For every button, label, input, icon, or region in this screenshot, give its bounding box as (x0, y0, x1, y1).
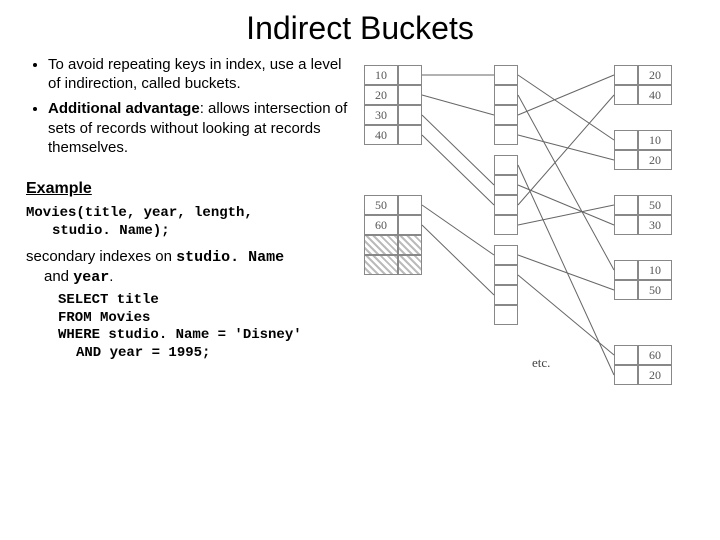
bullet-item: Additional advantage: allows intersectio… (48, 99, 356, 157)
record-ptr (614, 280, 638, 300)
record-ptr (614, 215, 638, 235)
index-empty (398, 255, 422, 275)
bucket-slot (494, 85, 518, 105)
record-val: 20 (638, 150, 672, 170)
col-name: studio. Name (176, 249, 284, 266)
diagram: 10 20 30 40 50 60 etc. 20 40 10 20 50 30… (364, 55, 694, 475)
sql-line: WHERE studio. Name = 'Disney' (58, 327, 356, 345)
record-ptr (614, 260, 638, 280)
record-ptr (614, 195, 638, 215)
index-key: 60 (364, 215, 398, 235)
schema-code: Movies(title, year, length, studio. Name… (26, 205, 356, 241)
record-val: 20 (638, 65, 672, 85)
index-ptr (398, 215, 422, 235)
index-key: 40 (364, 125, 398, 145)
bucket-slot (494, 155, 518, 175)
record-val: 10 (638, 260, 672, 280)
index-empty (364, 255, 398, 275)
sql-line: FROM Movies (58, 310, 356, 328)
bullet-text: To avoid repeating keys in index, use a … (48, 56, 342, 92)
index-key: 10 (364, 65, 398, 85)
text: and (26, 268, 73, 285)
record-ptr (614, 150, 638, 170)
bucket-slot (494, 125, 518, 145)
text: . (109, 268, 113, 285)
index-ptr (398, 125, 422, 145)
record-val: 20 (638, 365, 672, 385)
record-ptr (614, 130, 638, 150)
secondary-index-text: secondary indexes on studio. Name and ye… (26, 247, 356, 287)
sql-block: SELECT title FROM Movies WHERE studio. N… (26, 292, 356, 364)
text-column: To avoid repeating keys in index, use a … (26, 55, 356, 475)
index-ptr (398, 105, 422, 125)
record-val: 50 (638, 280, 672, 300)
sql-line: AND year = 1995; (58, 345, 356, 363)
index-ptr (398, 85, 422, 105)
page-title: Indirect Buckets (0, 0, 720, 55)
bucket-slot (494, 65, 518, 85)
record-ptr (614, 345, 638, 365)
record-ptr (614, 365, 638, 385)
text: secondary indexes on (26, 248, 176, 265)
record-val: 60 (638, 345, 672, 365)
content-row: To avoid repeating keys in index, use a … (0, 55, 720, 475)
bucket-slot (494, 245, 518, 265)
bullet-bold: Additional advantage (48, 100, 200, 117)
index-key: 20 (364, 85, 398, 105)
record-ptr (614, 85, 638, 105)
bucket-slot (494, 175, 518, 195)
index-ptr (398, 65, 422, 85)
record-val: 40 (638, 85, 672, 105)
bucket-slot (494, 305, 518, 325)
record-val: 50 (638, 195, 672, 215)
index-key: 50 (364, 195, 398, 215)
record-val: 10 (638, 130, 672, 150)
code-line: Movies(title, year, length, (26, 205, 253, 221)
index-empty (364, 235, 398, 255)
bucket-slot (494, 285, 518, 305)
bucket-slot (494, 265, 518, 285)
bullet-list: To avoid repeating keys in index, use a … (26, 55, 356, 157)
record-val: 30 (638, 215, 672, 235)
index-ptr (398, 195, 422, 215)
bucket-slot (494, 195, 518, 215)
col-name: year (73, 269, 109, 286)
bucket-slot (494, 105, 518, 125)
sql-line: SELECT title (58, 292, 356, 310)
code-line: studio. Name); (26, 223, 356, 241)
index-key: 30 (364, 105, 398, 125)
index-empty (398, 235, 422, 255)
bucket-slot (494, 215, 518, 235)
record-ptr (614, 65, 638, 85)
example-heading: Example (26, 179, 356, 199)
bullet-item: To avoid repeating keys in index, use a … (48, 55, 356, 93)
etc-label: etc. (532, 355, 550, 371)
